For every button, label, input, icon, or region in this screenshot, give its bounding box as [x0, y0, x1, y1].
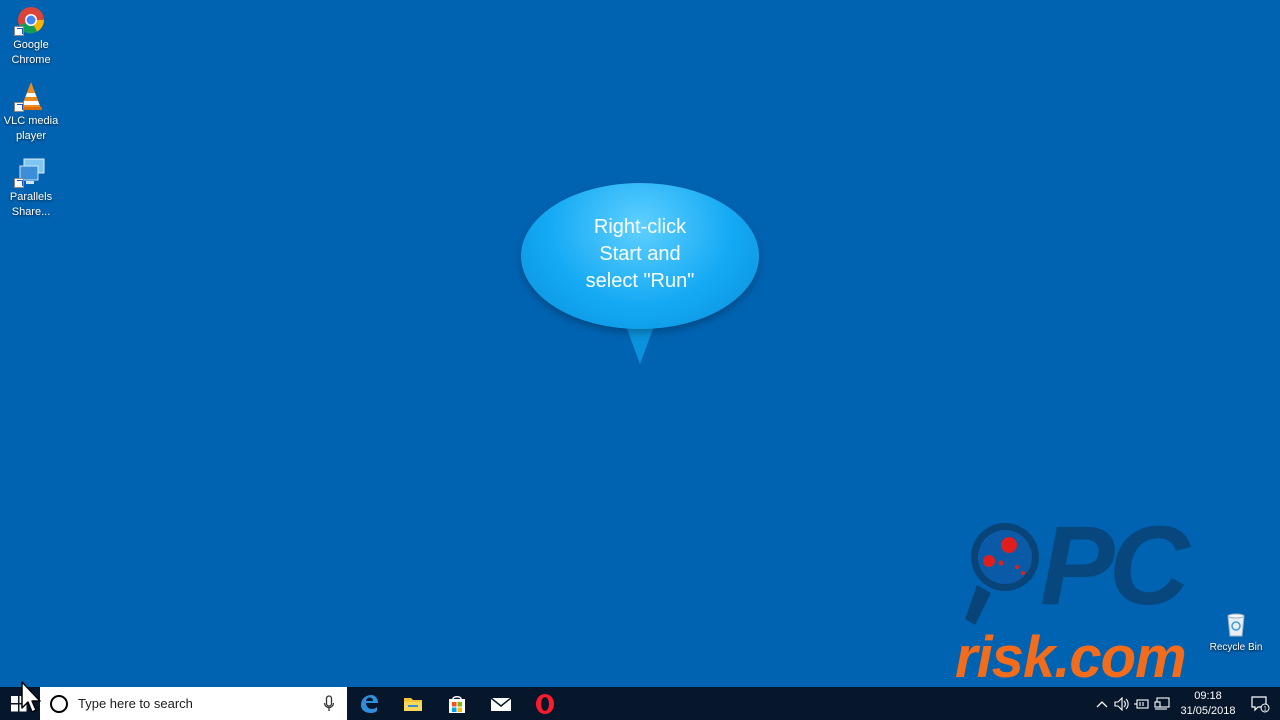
callout-line: Right-click: [593, 215, 687, 238]
vlc-icon: [14, 80, 48, 112]
desktop-icon-google-chrome[interactable]: Google Chrome: [0, 2, 62, 68]
mouse-cursor-icon: [21, 681, 41, 713]
mail-icon: [490, 696, 512, 711]
callout-line: select "Run": [585, 269, 695, 292]
watermark-risk-text: risk.com: [955, 625, 1187, 690]
parallels-icon: [14, 156, 48, 188]
cortana-icon: [50, 694, 68, 713]
volume-icon[interactable]: [1112, 687, 1132, 720]
microphone-icon[interactable]: [323, 694, 335, 713]
opera-icon: [536, 693, 554, 714]
desktop-icon-vlc[interactable]: VLC media player: [0, 78, 62, 144]
system-tray: 09:18 31/05/2018 1: [1092, 687, 1280, 720]
callout-text: Right-click Start and select "Run": [565, 214, 715, 295]
network-icon[interactable]: [1152, 687, 1172, 720]
magnifier-logo-icon: [965, 523, 1039, 625]
taskbar-edge[interactable]: [347, 687, 391, 720]
desktop-icon-label: Share...: [11, 206, 51, 218]
store-icon: [449, 695, 465, 713]
pcrisk-watermark: PC risk.com: [955, 503, 1280, 690]
recycle-bin-label: Recycle Bin: [1209, 642, 1263, 653]
desktop-icon-label: VLC media: [3, 115, 59, 127]
desktop-icon-label: player: [16, 130, 46, 142]
taskbar-clock[interactable]: 09:18 31/05/2018: [1176, 689, 1240, 719]
action-center-button[interactable]: 1: [1240, 687, 1280, 720]
taskbar-mail[interactable]: [479, 687, 523, 720]
edge-icon: [361, 694, 378, 713]
taskbar-file-explorer[interactable]: [391, 687, 435, 720]
taskbar-opera[interactable]: [523, 687, 567, 720]
desktop-icon-label: Parallels: [9, 191, 53, 203]
taskbar-store[interactable]: [435, 687, 479, 720]
power-icon[interactable]: [1132, 687, 1152, 720]
recycle-bin-icon: [1227, 613, 1245, 637]
taskbar: Type here to search 09:18 31/05/2018 1: [0, 687, 1280, 720]
taskbar-search-box[interactable]: Type here to search: [40, 687, 347, 720]
desktop-icon-label: Google: [13, 39, 49, 51]
callout-bubble: Right-click Start and select "Run": [521, 183, 759, 329]
search-placeholder: Type here to search: [78, 696, 193, 711]
callout-line: Start and: [599, 242, 681, 265]
watermark-pc-text: PC: [1040, 503, 1190, 628]
show-hidden-icons-chevron-icon[interactable]: [1092, 687, 1112, 720]
clock-date: 31/05/2018: [1180, 704, 1236, 717]
clock-time: 09:18: [1194, 689, 1222, 702]
file-explorer-icon: [404, 697, 422, 711]
notification-icon: 1: [1251, 695, 1270, 712]
desktop-icon-recycle-bin[interactable]: Recycle Bin: [1206, 610, 1266, 654]
chrome-icon: [14, 4, 48, 36]
desktop-icon-parallels[interactable]: Parallels Share...: [0, 154, 62, 220]
desktop-icon-label: Chrome: [11, 54, 51, 66]
